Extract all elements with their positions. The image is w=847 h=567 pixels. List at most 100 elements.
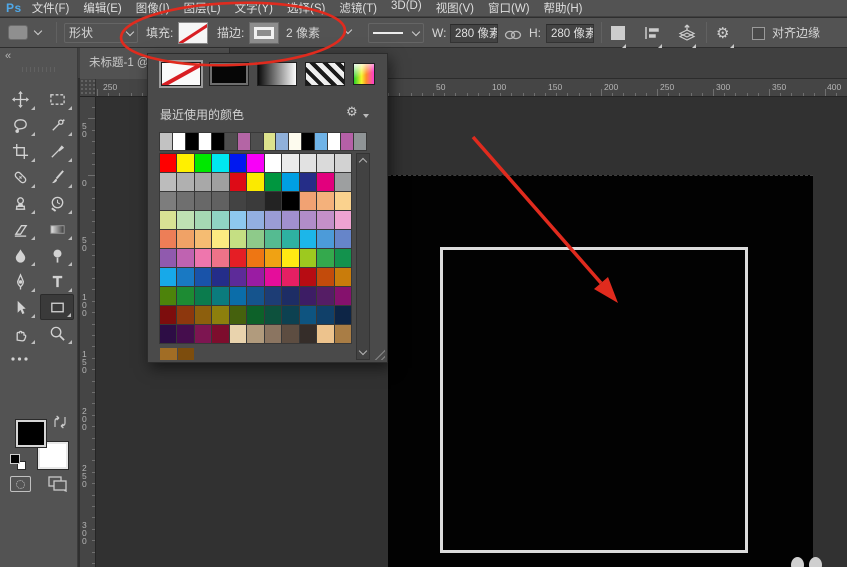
color-swatch[interactable] — [317, 230, 333, 248]
color-swatch[interactable] — [335, 249, 351, 267]
color-swatch[interactable] — [300, 249, 316, 267]
color-swatch[interactable] — [230, 268, 246, 286]
eyedropper-tool[interactable] — [40, 138, 74, 164]
color-swatch[interactable] — [212, 173, 228, 191]
brush-tool[interactable] — [40, 164, 74, 190]
color-swatch[interactable] — [265, 268, 281, 286]
color-swatch[interactable] — [335, 287, 351, 305]
recent-color-swatch[interactable] — [264, 133, 276, 150]
color-swatch[interactable] — [317, 192, 333, 210]
menu-item[interactable]: 视图(V) — [436, 0, 474, 16]
color-swatch[interactable] — [160, 287, 176, 305]
shape-height-input[interactable]: 280 像素 — [546, 24, 594, 43]
color-swatch[interactable] — [230, 306, 246, 324]
menu-item[interactable]: 窗口(W) — [488, 0, 530, 16]
rectangle-shape[interactable] — [440, 247, 748, 553]
tool-mode-dropdown[interactable]: 形状 — [64, 23, 138, 43]
rectangle-tool[interactable] — [40, 294, 74, 320]
color-swatch[interactable] — [317, 249, 333, 267]
fill-type-gradient-button[interactable] — [257, 62, 297, 86]
edit-toolbar-ellipsis-button[interactable] — [3, 346, 37, 372]
color-swatch[interactable] — [195, 211, 211, 229]
color-swatch[interactable] — [247, 211, 263, 229]
recent-color-swatch[interactable] — [238, 133, 250, 150]
color-swatch[interactable] — [195, 249, 211, 267]
color-swatch[interactable] — [247, 287, 263, 305]
color-swatch[interactable] — [247, 154, 263, 172]
color-swatch[interactable] — [230, 287, 246, 305]
color-swatch[interactable] — [335, 325, 351, 343]
color-swatch[interactable] — [230, 173, 246, 191]
color-swatch[interactable] — [212, 230, 228, 248]
menu-item[interactable]: 编辑(E) — [83, 0, 121, 16]
color-swatch[interactable] — [335, 192, 351, 210]
color-swatch[interactable] — [282, 306, 298, 324]
color-swatch[interactable] — [265, 211, 281, 229]
color-swatch[interactable] — [177, 211, 193, 229]
pen-tool[interactable] — [3, 268, 37, 294]
recent-color-swatch[interactable] — [276, 133, 288, 150]
color-swatch[interactable] — [282, 287, 298, 305]
color-swatch[interactable] — [317, 306, 333, 324]
color-swatch[interactable] — [160, 348, 177, 360]
color-swatch[interactable] — [195, 230, 211, 248]
color-swatch[interactable] — [195, 154, 211, 172]
color-swatch[interactable] — [265, 230, 281, 248]
color-swatch[interactable] — [300, 287, 316, 305]
menu-item[interactable]: 图层(L) — [184, 0, 221, 16]
shape-width-input[interactable]: 280 像素 — [450, 24, 498, 43]
color-swatch[interactable] — [195, 287, 211, 305]
menu-item[interactable]: 选择(S) — [287, 0, 325, 16]
color-swatch[interactable] — [212, 154, 228, 172]
screen-mode-button[interactable] — [48, 476, 68, 493]
stroke-type-dropdown[interactable] — [368, 23, 424, 43]
color-swatch[interactable] — [335, 173, 351, 191]
color-swatch[interactable] — [160, 268, 176, 286]
tool-preset-dropdown[interactable] — [8, 25, 41, 40]
color-swatch[interactable] — [195, 325, 211, 343]
color-swatch[interactable] — [212, 268, 228, 286]
path-arrangement-button[interactable] — [678, 24, 696, 42]
color-swatch[interactable] — [160, 249, 176, 267]
color-swatch[interactable] — [300, 154, 316, 172]
type-tool[interactable] — [40, 268, 74, 294]
color-swatch[interactable] — [317, 154, 333, 172]
color-swatch[interactable] — [195, 268, 211, 286]
recent-color-swatch[interactable] — [328, 133, 340, 150]
color-swatch[interactable] — [317, 268, 333, 286]
dodge-tool[interactable] — [40, 242, 74, 268]
color-swatch[interactable] — [265, 287, 281, 305]
foreground-color-swatch[interactable] — [16, 420, 46, 447]
menu-item[interactable]: 文件(F) — [32, 0, 70, 16]
color-swatch[interactable] — [212, 211, 228, 229]
color-swatch[interactable] — [160, 173, 176, 191]
fill-type-solid-button[interactable] — [209, 62, 249, 86]
color-swatch[interactable] — [160, 211, 176, 229]
color-swatch[interactable] — [212, 249, 228, 267]
color-swatch[interactable] — [265, 325, 281, 343]
color-swatch[interactable] — [247, 249, 263, 267]
color-swatch[interactable] — [160, 306, 176, 324]
color-swatch[interactable] — [335, 268, 351, 286]
color-swatch[interactable] — [247, 306, 263, 324]
fill-type-none-button[interactable] — [161, 62, 201, 86]
color-swatch[interactable] — [195, 306, 211, 324]
color-swatch[interactable] — [247, 325, 263, 343]
stroke-color-swatch[interactable] — [249, 22, 279, 44]
color-swatch[interactable] — [195, 192, 211, 210]
color-swatch[interactable] — [230, 211, 246, 229]
color-swatch[interactable] — [335, 154, 351, 172]
menu-item[interactable]: 3D(D) — [391, 0, 422, 16]
color-swatch[interactable] — [317, 287, 333, 305]
swatch-scrollbar[interactable] — [356, 153, 370, 360]
link-dimensions-icon[interactable] — [504, 30, 522, 40]
gradient-tool[interactable] — [40, 216, 74, 242]
gear-icon[interactable]: ⚙ — [716, 24, 729, 42]
color-swatch[interactable] — [212, 192, 228, 210]
rectangular-marquee-tool[interactable] — [40, 86, 74, 112]
recent-color-swatch[interactable] — [341, 133, 353, 150]
color-swatch[interactable] — [177, 268, 193, 286]
recent-color-swatch[interactable] — [289, 133, 301, 150]
quick-mask-button[interactable] — [10, 476, 31, 492]
crop-tool[interactable] — [3, 138, 37, 164]
